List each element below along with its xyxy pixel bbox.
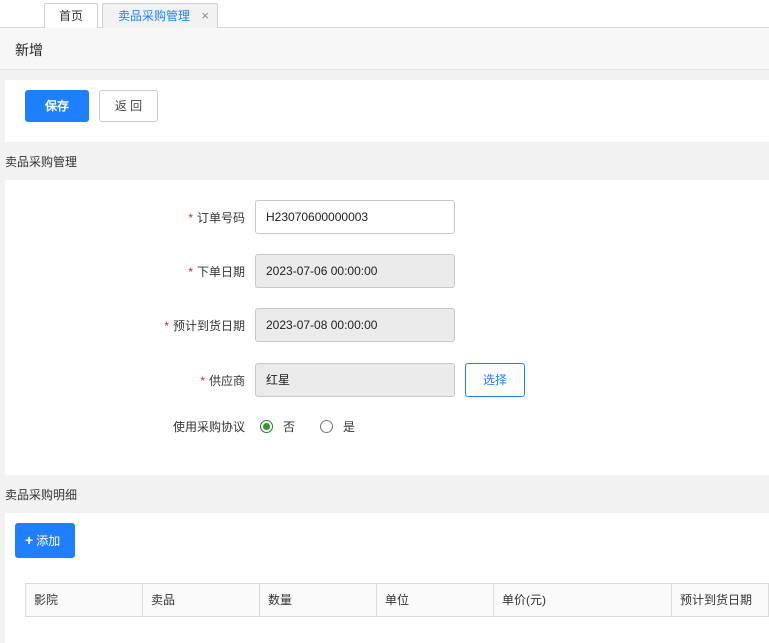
column-header: 单位 (377, 584, 494, 616)
order-no-label: * 订单号码 (188, 211, 245, 225)
required-mark: * (188, 211, 193, 225)
arrival-date-input: 2023-07-08 00:00:00 (255, 308, 455, 342)
detail-panel: + 添加 影院 卖品 数量 单位 单价(元) 预计到货日期 (5, 513, 769, 643)
agreement-no-label[interactable]: 否 (283, 418, 295, 435)
agreement-label: 使用采购协议 (172, 420, 245, 434)
select-supplier-button[interactable]: 选择 (465, 363, 525, 397)
required-mark: * (188, 265, 193, 279)
purchase-form: * 订单号码 H23070600000003 * 下单日期 2023-07-06 0… (5, 180, 769, 475)
add-button-label: 添加 (36, 534, 61, 548)
arrival-date-label: * 预计到货日期 (164, 319, 245, 333)
close-icon[interactable]: × (201, 4, 209, 28)
column-header: 数量 (260, 584, 377, 616)
agreement-yes-label[interactable]: 是 (343, 418, 355, 435)
detail-table-header: 影院 卖品 数量 单位 单价(元) 预计到货日期 (25, 583, 769, 617)
supplier-input: 红星 (255, 363, 455, 397)
back-button[interactable]: 返 回 (99, 90, 158, 122)
page-header: 新增 (0, 28, 769, 70)
column-header: 单价(元) (494, 584, 672, 616)
toolbar: 保存 返 回 (5, 80, 769, 142)
required-mark: * (200, 374, 205, 388)
required-mark: * (164, 319, 169, 333)
tab-purchase-management[interactable]: 卖品采购管理 × (102, 3, 218, 29)
order-no-input[interactable]: H23070600000003 (255, 200, 455, 234)
page-title: 新增 (15, 42, 43, 58)
column-header: 预计到货日期 (680, 593, 753, 607)
save-button[interactable]: 保存 (25, 90, 89, 122)
column-header: 影院 (26, 584, 143, 616)
tab-bar: 首页 卖品采购管理 × (0, 0, 769, 29)
tab-home[interactable]: 首页 (44, 3, 98, 29)
section-title-detail: 卖品采购明细 (5, 488, 78, 502)
agreement-yes-radio[interactable] (320, 420, 333, 433)
tab-label: 卖品采购管理 (118, 9, 191, 23)
section-title-main: 卖品采购管理 (5, 155, 78, 169)
order-date-label: * 下单日期 (188, 265, 245, 279)
supplier-label: * 供应商 (200, 374, 245, 388)
column-header: 卖品 (143, 584, 260, 616)
add-button[interactable]: + 添加 (15, 523, 75, 558)
agreement-no-radio[interactable] (260, 420, 273, 433)
order-date-input: 2023-07-06 00:00:00 (255, 254, 455, 288)
plus-icon: + (25, 532, 34, 548)
